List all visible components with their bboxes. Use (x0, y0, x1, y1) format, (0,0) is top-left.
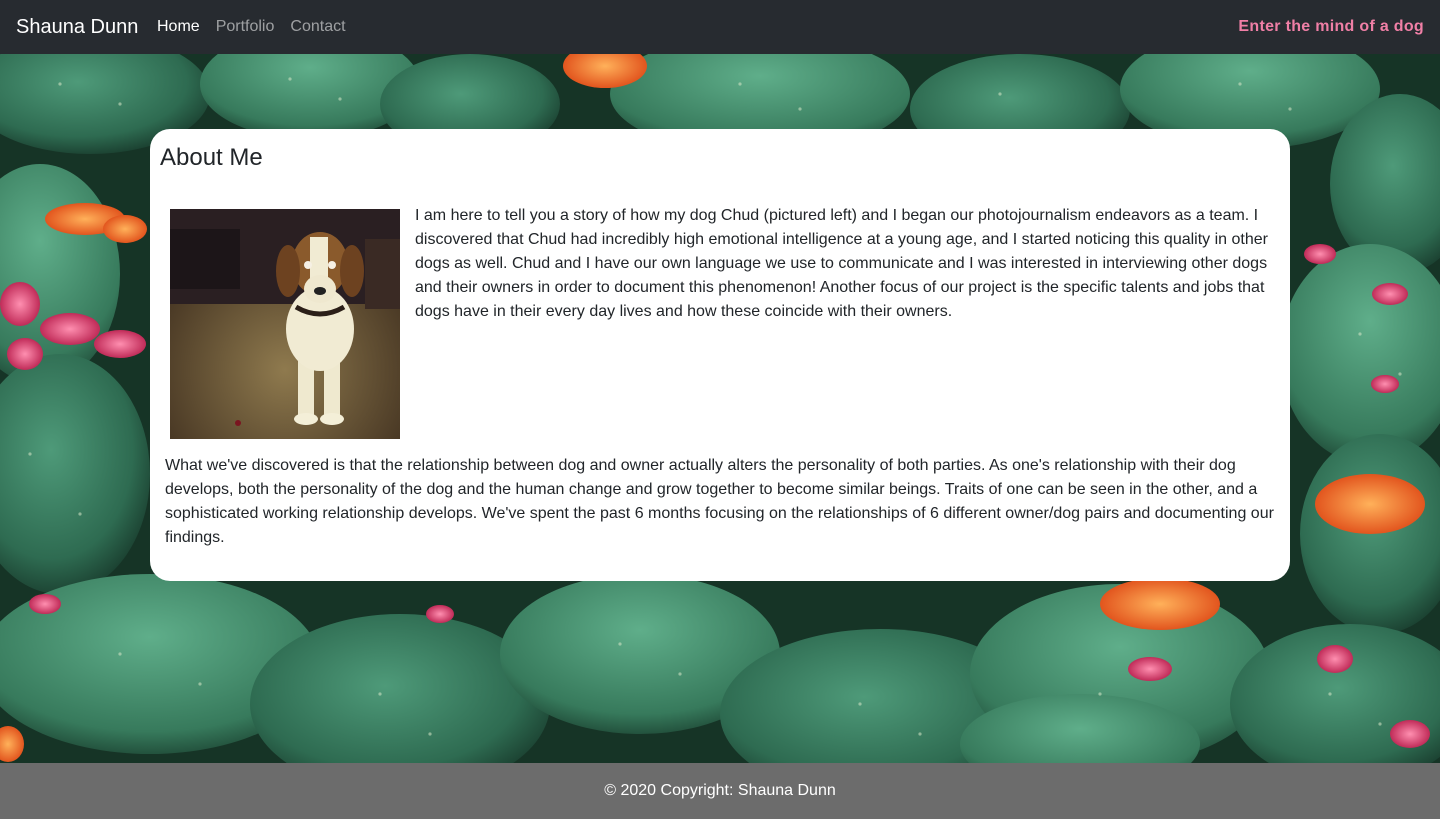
footer: © 2020 Copyright: Shauna Dunn (0, 763, 1440, 819)
about-card: About Me I am here to tell you a story o… (150, 129, 1290, 581)
navbar-tagline: Enter the mind of a dog (1238, 18, 1424, 35)
nav-link-portfolio[interactable]: Portfolio (216, 16, 275, 38)
nav-link-home[interactable]: Home (157, 16, 200, 38)
page: Shauna Dunn Home Portfolio Contact Enter… (0, 0, 1440, 819)
footer-copyright: © 2020 Copyright: Shauna Dunn (604, 782, 836, 799)
nav-link-contact[interactable]: Contact (290, 16, 345, 38)
about-paragraph-2: What we've discovered is that the relati… (165, 457, 1274, 546)
about-paragraph-1: I am here to tell you a story of how my … (415, 207, 1268, 320)
navbar: Shauna Dunn Home Portfolio Contact Enter… (0, 0, 1440, 54)
nav-links: Home Portfolio Contact (157, 16, 346, 38)
dog-photo (170, 209, 400, 439)
about-title: About Me (160, 144, 263, 171)
brand-link[interactable]: Shauna Dunn (16, 14, 138, 40)
